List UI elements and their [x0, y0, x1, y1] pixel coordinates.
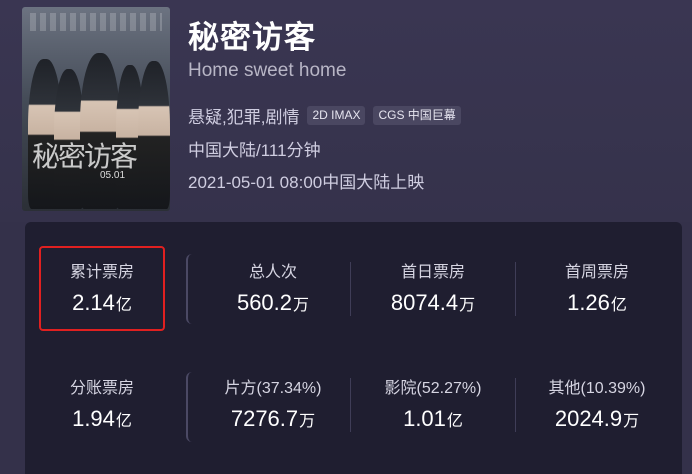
stat-value: 1.26: [567, 290, 610, 315]
divider: [350, 262, 351, 316]
stat-split-box-office: 分账票房 1.94亿: [40, 374, 164, 432]
stat-label: 影院(52.27%): [384, 380, 482, 397]
divider: [515, 262, 516, 316]
stat-other-share: 其他(10.39%) 2024.9万: [517, 374, 677, 432]
stat-first-week: 首周票房 1.26亿: [517, 258, 677, 316]
stat-value: 2024.9: [554, 406, 623, 431]
group-brace: [186, 254, 196, 324]
stat-value: 1.01: [403, 406, 446, 431]
stat-label: 首周票房: [564, 264, 629, 281]
stat-unit: 万: [299, 413, 316, 430]
stat-value: 560.2: [236, 290, 293, 315]
stat-producer-share: 片方(37.34%) 7276.7万: [196, 374, 350, 432]
stat-cinema-share: 影院(52.27%) 1.01亿: [352, 374, 514, 432]
divider: [350, 378, 351, 432]
stat-value: 1.94: [72, 406, 115, 431]
stat-label: 总人次: [248, 264, 297, 281]
stat-unit: 万: [459, 297, 476, 314]
movie-title: 秘密访客: [188, 20, 316, 55]
region-duration: 中国大陆/111分钟: [188, 141, 321, 160]
movie-english-title: Home sweet home: [188, 60, 347, 81]
stat-unit: 万: [623, 413, 640, 430]
divider: [515, 378, 516, 432]
format-tag-cgs: CGS 中国巨幕: [373, 106, 461, 125]
stat-label: 其他(10.39%): [548, 380, 646, 397]
stat-label: 首日票房: [400, 264, 465, 281]
stat-unit: 亿: [446, 413, 463, 430]
poster-figure: [80, 53, 120, 209]
poster-title: 秘密访客: [32, 140, 138, 173]
poster-credits: [30, 13, 162, 31]
stat-unit: 亿: [115, 413, 132, 430]
stat-total-admissions: 总人次 560.2万: [196, 258, 350, 316]
movie-poster[interactable]: 秘密访客 05.01: [22, 7, 170, 211]
poster-date: 05.01: [100, 170, 126, 181]
stat-value: 7276.7: [230, 406, 299, 431]
group-brace: [186, 372, 196, 442]
genres: 悬疑,犯罪,剧情: [188, 108, 300, 127]
stat-first-day: 首日票房 8074.4万: [352, 258, 514, 316]
stat-value: 8074.4: [390, 290, 459, 315]
stat-label: 分账票房: [69, 380, 134, 397]
genre-row: 悬疑,犯罪,剧情 2D IMAX CGS 中国巨幕: [188, 103, 461, 128]
stat-unit: 万: [293, 297, 310, 314]
stat-label: 片方(37.34%): [224, 380, 322, 397]
stat-unit: 亿: [610, 297, 627, 314]
highlight-box: [39, 246, 165, 331]
release-info: 2021-05-01 08:00中国大陆上映: [188, 173, 425, 192]
format-tag-imax: 2D IMAX: [307, 106, 366, 125]
